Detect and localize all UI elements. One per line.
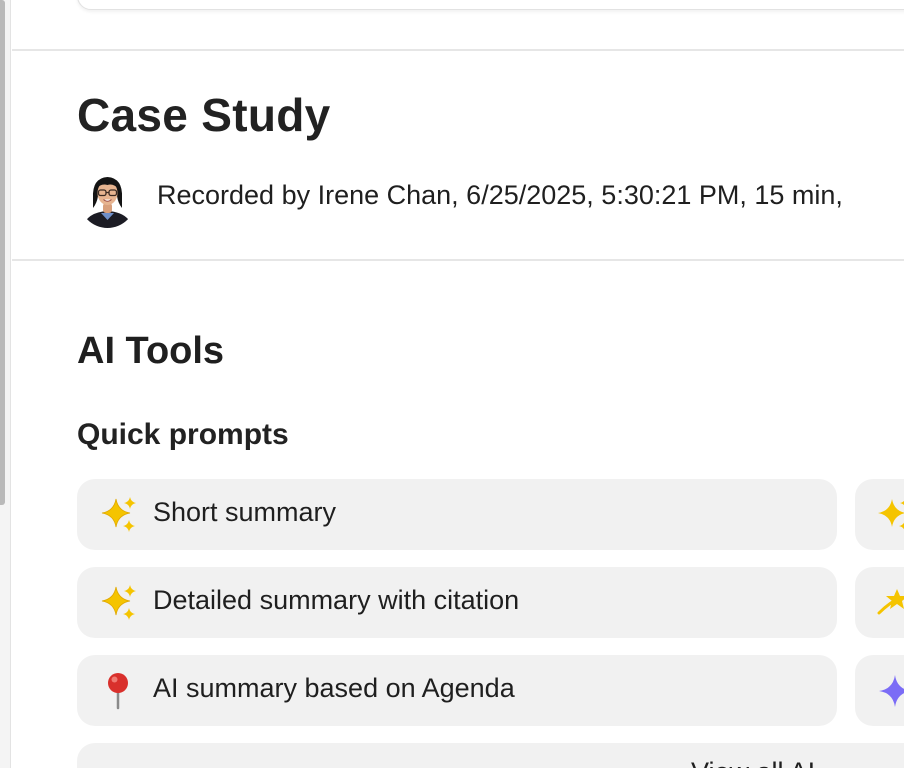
- divider: [12, 259, 904, 261]
- view-all-ai-tools-button[interactable]: View all AI: [77, 743, 904, 768]
- divider: [12, 49, 904, 51]
- prompt-short-summary[interactable]: Short summary: [77, 479, 837, 550]
- sparkles-icon: [101, 497, 136, 532]
- previous-card: [77, 0, 904, 10]
- prompt-label: AI summary based on Agenda: [153, 673, 515, 703]
- left-panel-divider: [10, 0, 11, 768]
- recording-meta: Recorded by Irene Chan, 6/25/2025, 5:30:…: [157, 180, 843, 210]
- user-avatar-photo: [79, 170, 136, 228]
- prompt-detailed-summary[interactable]: Detailed summary with citation: [77, 567, 837, 638]
- view-all-label: View all AI: [691, 757, 815, 768]
- sparkles-icon: [101, 585, 136, 620]
- prompt-agenda-summary[interactable]: AI summary based on Agenda: [77, 655, 837, 726]
- prompt-right-2[interactable]: [855, 567, 904, 638]
- prompt-label: Detailed summary with citation: [153, 585, 520, 615]
- prompt-right-1[interactable]: [855, 479, 904, 550]
- prompt-right-3[interactable]: [855, 655, 904, 726]
- prompt-label: Short summary: [153, 497, 337, 527]
- round-pushpin-icon: [108, 673, 128, 710]
- page-title: Case Study: [77, 89, 331, 141]
- sparkles-icon: [878, 499, 904, 530]
- ai-tools-heading: AI Tools: [77, 330, 225, 372]
- avatar[interactable]: [79, 170, 136, 228]
- meeting-page: Case Study Recorded by Irene Chan, 6/25/…: [0, 0, 904, 768]
- dizzy-star-icon: [877, 589, 904, 615]
- quick-prompts-heading: Quick prompts: [77, 418, 289, 451]
- left-panel-scrollbar[interactable]: [0, 0, 5, 505]
- four-point-star-icon: [879, 675, 904, 707]
- recording-meta-row: Recorded by Irene Chan, 6/25/2025, 5:30:…: [79, 170, 904, 228]
